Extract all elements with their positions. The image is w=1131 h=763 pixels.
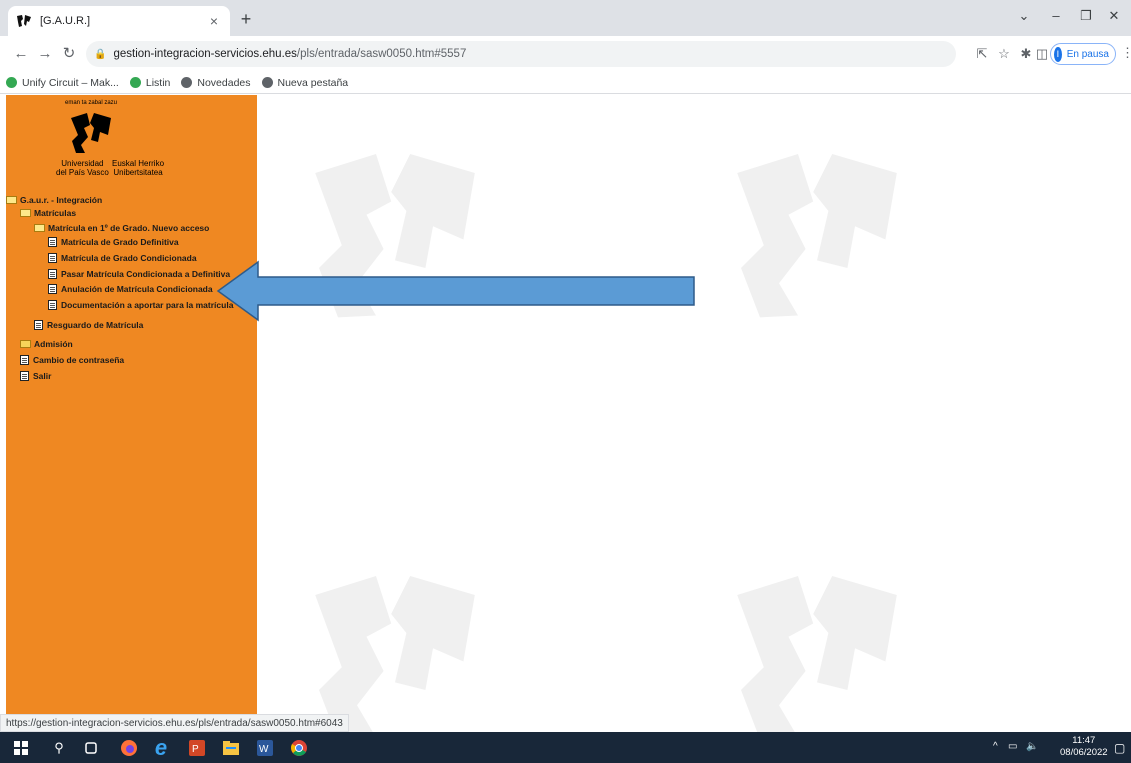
search-icon[interactable]: ⚲ bbox=[50, 739, 68, 757]
menu-kebab-icon[interactable]: ⋮ bbox=[1121, 45, 1131, 61]
profile-button[interactable]: I En pausa bbox=[1050, 43, 1116, 65]
task-view-icon[interactable] bbox=[82, 739, 100, 757]
clock-date: 08/06/2022 bbox=[1060, 747, 1108, 758]
file-explorer-icon[interactable] bbox=[222, 739, 240, 757]
windows-taskbar: ⚲ e P W ^ ▭ 🔈 11:47 08/06/2022 ▢ bbox=[0, 732, 1131, 763]
tree-root[interactable]: G.a.u.r. - Integración bbox=[6, 195, 102, 205]
taskbar-clock[interactable]: 11:47 08/06/2022 bbox=[1060, 735, 1108, 759]
network-icon[interactable]: ▭ bbox=[1008, 741, 1017, 752]
forward-icon[interactable]: → bbox=[36, 45, 54, 63]
document-icon bbox=[20, 355, 29, 365]
bookmark-nueva-pestana[interactable]: Nueva pestaña bbox=[261, 77, 348, 89]
tree-item-grado-condicionada[interactable]: Matrícula de Grado Condicionada bbox=[48, 253, 197, 263]
word-icon[interactable]: W bbox=[256, 739, 274, 757]
tab-close-icon[interactable]: × bbox=[206, 13, 222, 29]
ehu-logo-favicon-icon bbox=[17, 15, 31, 27]
tree-matricula-primero[interactable]: Matrícula en 1º de Grado. Nuevo acceso bbox=[34, 223, 209, 233]
bookmark-unify[interactable]: Unify Circuit – Mak... bbox=[6, 77, 119, 89]
globe-icon bbox=[261, 77, 273, 88]
annotation-arrow bbox=[216, 260, 695, 322]
extensions-icon[interactable]: ✱ bbox=[1018, 47, 1034, 61]
ehu-logo-icon bbox=[71, 113, 111, 153]
document-icon bbox=[34, 320, 43, 330]
browser-toolbar: ← → ↻ 🔒 gestion-integracion-servicios.eh… bbox=[0, 36, 1131, 72]
bookmark-star-icon[interactable]: ☆ bbox=[996, 47, 1012, 61]
close-window-icon[interactable]: ✕ bbox=[1104, 8, 1124, 24]
document-icon bbox=[48, 269, 57, 279]
document-icon bbox=[48, 300, 57, 310]
folder-open-icon bbox=[34, 224, 45, 232]
tab-title: [G.A.U.R.] bbox=[40, 15, 91, 27]
tray-chevron-icon[interactable]: ^ bbox=[993, 741, 998, 752]
browser-tabstrip: [G.A.U.R.] × + ⌄ – ❐ ✕ bbox=[0, 0, 1131, 36]
browser-tab[interactable]: [G.A.U.R.] × bbox=[8, 6, 230, 36]
navigation-sidebar: eman ta zabal zazu Universidad del País V… bbox=[6, 95, 257, 732]
tab-search-chevron-icon[interactable]: ⌄ bbox=[1014, 8, 1034, 24]
share-icon[interactable]: ⇱ bbox=[974, 47, 990, 61]
tree-item-cambio-contrasena[interactable]: Cambio de contraseña bbox=[20, 355, 124, 365]
bookmark-listin[interactable]: Listin bbox=[129, 77, 170, 89]
edge-icon[interactable]: e bbox=[152, 735, 170, 760]
document-icon bbox=[48, 253, 57, 263]
ehu-watermark-icon bbox=[737, 576, 897, 732]
logo-motto: eman ta zabal zazu bbox=[64, 100, 118, 106]
bookmark-favicon-icon bbox=[129, 77, 141, 88]
tree-admision[interactable]: Admisión bbox=[20, 339, 73, 349]
new-tab-icon[interactable]: + bbox=[236, 10, 256, 28]
clock-time: 11:47 bbox=[1072, 735, 1096, 746]
bookmark-favicon-icon bbox=[181, 77, 193, 88]
svg-text:W: W bbox=[259, 744, 269, 755]
profile-status-label: En pausa bbox=[1066, 48, 1109, 60]
document-icon bbox=[20, 371, 29, 381]
url-text: gestion-integracion-servicios.ehu.es/pls… bbox=[113, 48, 467, 60]
bookmark-novedades[interactable]: Novedades bbox=[181, 77, 251, 89]
ehu-watermark-icon bbox=[737, 154, 897, 318]
screen: [G.A.U.R.] × + ⌄ – ❐ ✕ ← → ↻ 🔒 gestion-i… bbox=[0, 0, 1131, 763]
windows-start-icon[interactable] bbox=[12, 739, 30, 757]
university-name-eu: Euskal Herriko Unibertsitatea bbox=[112, 159, 165, 177]
ehu-watermark-icon bbox=[315, 576, 475, 732]
chrome-icon[interactable] bbox=[290, 739, 308, 757]
svg-text:P: P bbox=[192, 744, 199, 755]
tree-item-grado-definitiva[interactable]: Matrícula de Grado Definitiva bbox=[48, 237, 179, 247]
back-icon[interactable]: ← bbox=[12, 45, 30, 63]
bookmark-favicon-icon bbox=[6, 77, 17, 88]
minimize-icon[interactable]: – bbox=[1046, 8, 1066, 23]
address-bar[interactable]: 🔒 gestion-integracion-servicios.ehu.es/p… bbox=[86, 41, 956, 67]
lock-icon: 🔒 bbox=[94, 48, 107, 60]
document-icon bbox=[48, 237, 57, 247]
page-content: eman ta zabal zazu Universidad del País V… bbox=[0, 95, 1131, 732]
document-icon bbox=[48, 284, 57, 294]
university-name-es: Universidad del País Vasco bbox=[56, 159, 109, 177]
avatar: I bbox=[1054, 46, 1062, 62]
restore-icon[interactable]: ❐ bbox=[1076, 8, 1096, 24]
tree-item-documentacion[interactable]: Documentación a aportar para la matrícul… bbox=[48, 300, 233, 310]
firefox-icon[interactable] bbox=[120, 739, 138, 757]
folder-icon bbox=[20, 340, 31, 348]
folder-open-icon bbox=[6, 196, 17, 204]
side-panel-icon[interactable]: ◫ bbox=[1034, 47, 1050, 61]
tree-matriculas[interactable]: Matrículas bbox=[20, 208, 76, 218]
bookmarks-bar: Unify Circuit – Mak... Listin Novedades … bbox=[0, 72, 1131, 94]
tree-item-salir[interactable]: Salir bbox=[20, 371, 51, 381]
powerpoint-icon[interactable]: P bbox=[188, 739, 206, 757]
tree-item-anulacion[interactable]: Anulación de Matrícula Condicionada bbox=[48, 284, 213, 294]
status-bar-url: https://gestion-integracion-servicios.eh… bbox=[0, 714, 349, 732]
tree-item-resguardo[interactable]: Resguardo de Matrícula bbox=[34, 320, 143, 330]
folder-open-icon bbox=[20, 209, 31, 217]
notifications-icon[interactable]: ▢ bbox=[1114, 741, 1125, 755]
reload-icon[interactable]: ↻ bbox=[60, 45, 78, 63]
volume-icon[interactable]: 🔈 bbox=[1026, 741, 1038, 752]
tree-item-pasar-condicionada[interactable]: Pasar Matrícula Condicionada a Definitiv… bbox=[48, 269, 230, 279]
